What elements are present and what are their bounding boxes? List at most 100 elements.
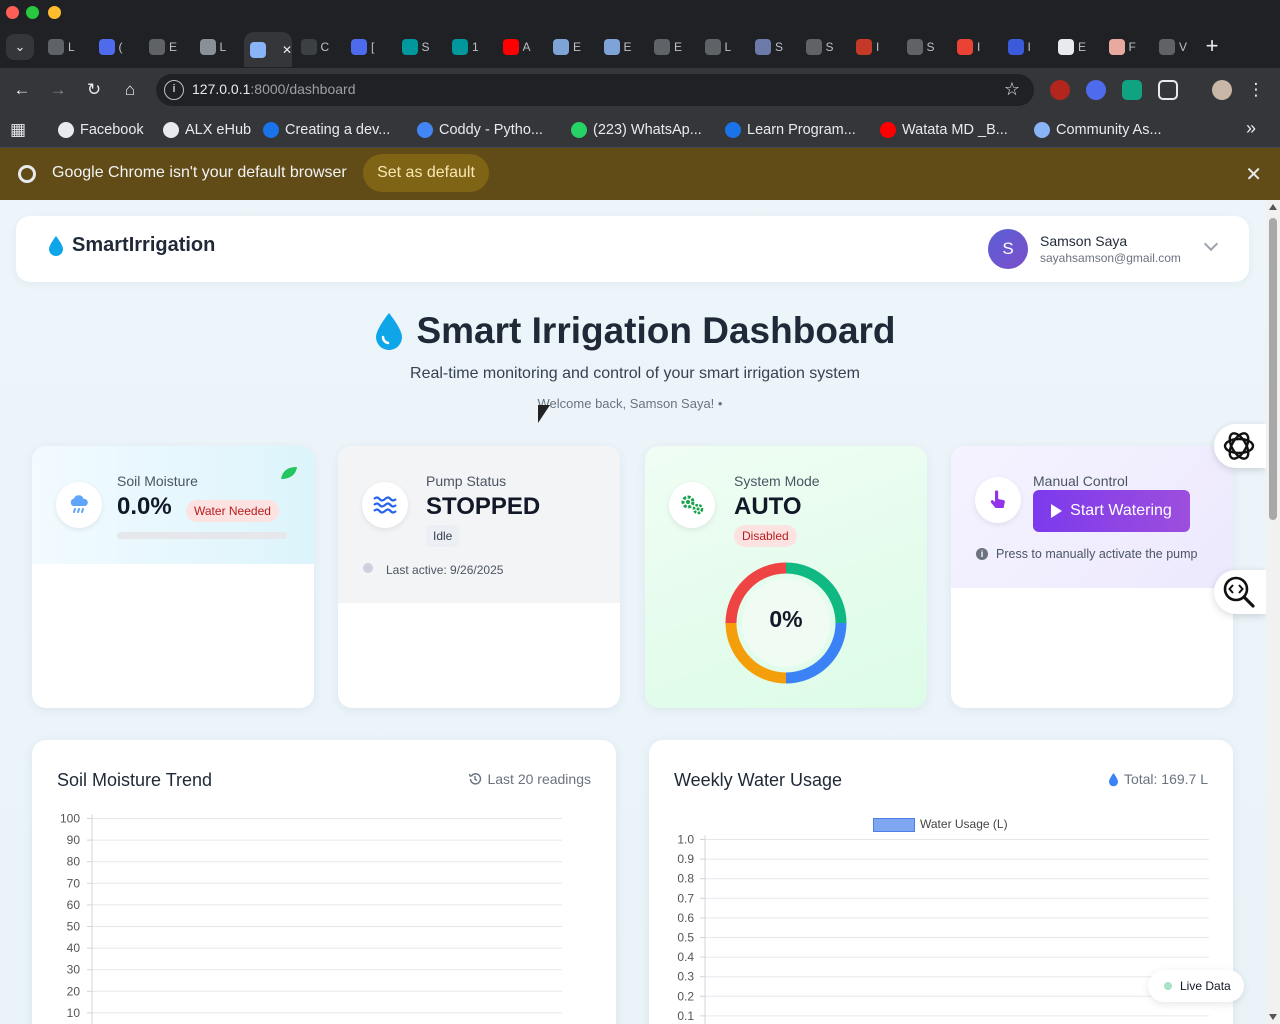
browser-tab[interactable]: ✕	[244, 32, 292, 67]
browser-tab[interactable]: E	[648, 33, 696, 61]
address-bar[interactable]: i 127.0.0.1:8000/dashboard ☆	[156, 74, 1034, 106]
tab-favicon-icon	[856, 39, 872, 55]
ai-assistant-button[interactable]	[1214, 424, 1266, 468]
scroll-down-arrow-icon[interactable]	[1269, 1014, 1277, 1020]
bookmark-favicon-icon	[417, 122, 433, 138]
close-window-button[interactable]	[6, 6, 19, 19]
tab-title: L	[68, 40, 75, 54]
bookmark-item[interactable]: Watata MD _B...	[880, 118, 1008, 142]
profile-avatar-icon[interactable]	[1212, 80, 1232, 100]
tab-favicon-icon	[755, 39, 771, 55]
code-inspect-button[interactable]	[1214, 570, 1266, 614]
more-bookmarks-icon[interactable]: »	[1246, 118, 1256, 139]
browser-tab[interactable]: S	[901, 33, 949, 61]
minimize-window-button[interactable]	[48, 6, 61, 19]
tab-strip: ⌄ L (E L ✕ C [S 1 A E E E L S S I S I I E F V +	[0, 26, 1280, 68]
chevron-down-icon[interactable]	[1203, 236, 1219, 252]
bookmark-star-icon[interactable]: ☆	[1004, 79, 1020, 100]
bookmark-favicon-icon	[263, 122, 279, 138]
tab-favicon-icon	[1159, 39, 1175, 55]
new-tab-button[interactable]: +	[1200, 34, 1224, 58]
browser-tab[interactable]: E	[598, 33, 646, 61]
tab-title: E	[169, 40, 178, 54]
y-tick-label: 90	[67, 833, 81, 847]
y-tick-label: 70	[67, 876, 81, 890]
tab-title: V	[1179, 40, 1188, 54]
browser-tab[interactable]: 1	[446, 33, 494, 61]
tab-title: [	[371, 40, 375, 54]
extension-green-icon[interactable]	[1122, 80, 1142, 100]
extensions-puzzle-icon[interactable]	[1158, 80, 1178, 100]
browser-tab[interactable]: L	[699, 33, 747, 61]
browser-tab[interactable]: S	[800, 33, 848, 61]
tab-title: S	[825, 40, 834, 54]
bookmark-item[interactable]: ALX eHub	[163, 118, 251, 142]
browser-tab[interactable]: (	[93, 33, 141, 61]
live-data-indicator[interactable]: Live Data	[1148, 970, 1244, 1002]
bookmark-item[interactable]: (223) WhatsAp...	[571, 118, 702, 142]
y-tick-label: 0.5	[677, 931, 694, 945]
y-tick-label: 100	[60, 812, 80, 826]
bookmark-item[interactable]: Coddy - Pytho...	[417, 118, 543, 142]
maximize-window-button[interactable]	[26, 6, 39, 19]
bookmark-item[interactable]: Community As...	[1034, 118, 1162, 142]
close-tab-icon[interactable]: ✕	[282, 43, 292, 57]
browser-tab[interactable]: [	[345, 33, 393, 61]
tab-title: E	[1078, 40, 1087, 54]
y-tick-label: 30	[67, 963, 81, 977]
chrome-menu-icon[interactable]: ⋮	[1244, 78, 1268, 102]
reload-button[interactable]: ↻	[82, 78, 106, 102]
y-tick-label: 0.3	[677, 970, 694, 984]
browser-tab[interactable]: L	[42, 33, 90, 61]
tab-favicon-icon	[48, 39, 64, 55]
browser-tab[interactable]: F	[1103, 33, 1151, 61]
page-scrollbar[interactable]	[1266, 200, 1280, 1024]
scroll-up-arrow-icon[interactable]	[1269, 204, 1277, 210]
home-button[interactable]: ⌂	[118, 78, 142, 102]
bookmark-item[interactable]: Creating a dev...	[263, 118, 390, 142]
browser-tab[interactable]: I	[1002, 33, 1050, 61]
browser-tab[interactable]: E	[1052, 33, 1100, 61]
browser-tab[interactable]: S	[396, 33, 444, 61]
start-watering-button[interactable]: Start Watering	[1033, 490, 1190, 532]
browser-tab[interactable]: I	[951, 33, 999, 61]
browser-tab[interactable]: A	[497, 33, 545, 61]
tab-title: I	[1027, 40, 1031, 54]
y-tick-label: 0.1	[677, 1009, 694, 1023]
status-badge: Water Needed	[186, 500, 279, 522]
apps-grid-icon[interactable]: ▦	[10, 118, 26, 142]
browser-tab[interactable]: E	[143, 33, 191, 61]
browser-tab[interactable]: E	[547, 33, 595, 61]
tab-favicon-icon	[250, 41, 266, 58]
bookmark-favicon-icon	[1034, 122, 1050, 138]
extension-red-icon[interactable]	[1050, 80, 1070, 100]
bookmark-item[interactable]: Facebook	[58, 118, 144, 142]
browser-tab[interactable]: L	[194, 33, 242, 61]
status-dot	[363, 563, 373, 573]
tab-search-button[interactable]: ⌄	[6, 34, 34, 60]
scrollbar-thumb[interactable]	[1269, 218, 1277, 520]
back-button[interactable]: ←	[10, 78, 34, 102]
browser-tab[interactable]: V	[1153, 33, 1201, 61]
window-titlebar	[0, 0, 1280, 26]
bookmark-favicon-icon	[880, 122, 896, 138]
bookmark-label: Creating a dev...	[285, 122, 391, 138]
soil-moisture-label: Soil Moisture	[117, 473, 198, 489]
weekly-water-usage-card: Weekly Water Usage Total: 169.7 L Water …	[649, 740, 1233, 1024]
browser-tab[interactable]: I	[850, 33, 898, 61]
brand-logo[interactable]: SmartIrrigation	[48, 234, 215, 257]
browser-tab[interactable]: S	[749, 33, 797, 61]
site-info-icon[interactable]: i	[164, 80, 184, 100]
system-mode-label: System Mode	[734, 473, 820, 489]
water-usage-chart: 1.0 0.9 0.8 0.7 0.6 0.5 0.4 0.3 0.2 0.1	[677, 833, 1209, 1024]
tab-title: E	[573, 40, 582, 54]
user-menu[interactable]: S Samson Saya sayahsamson@gmail.com	[988, 229, 1228, 269]
forward-button[interactable]: →	[46, 78, 70, 102]
bookmark-item[interactable]: Learn Program...	[725, 118, 856, 142]
extension-blue-icon[interactable]	[1086, 80, 1106, 100]
set-as-default-button[interactable]: Set as default	[363, 154, 489, 192]
status-badge: Idle	[426, 525, 460, 547]
leaf-icon	[281, 467, 297, 479]
close-infobar-icon[interactable]: ✕	[1245, 162, 1262, 187]
browser-tab[interactable]: C	[295, 33, 343, 61]
